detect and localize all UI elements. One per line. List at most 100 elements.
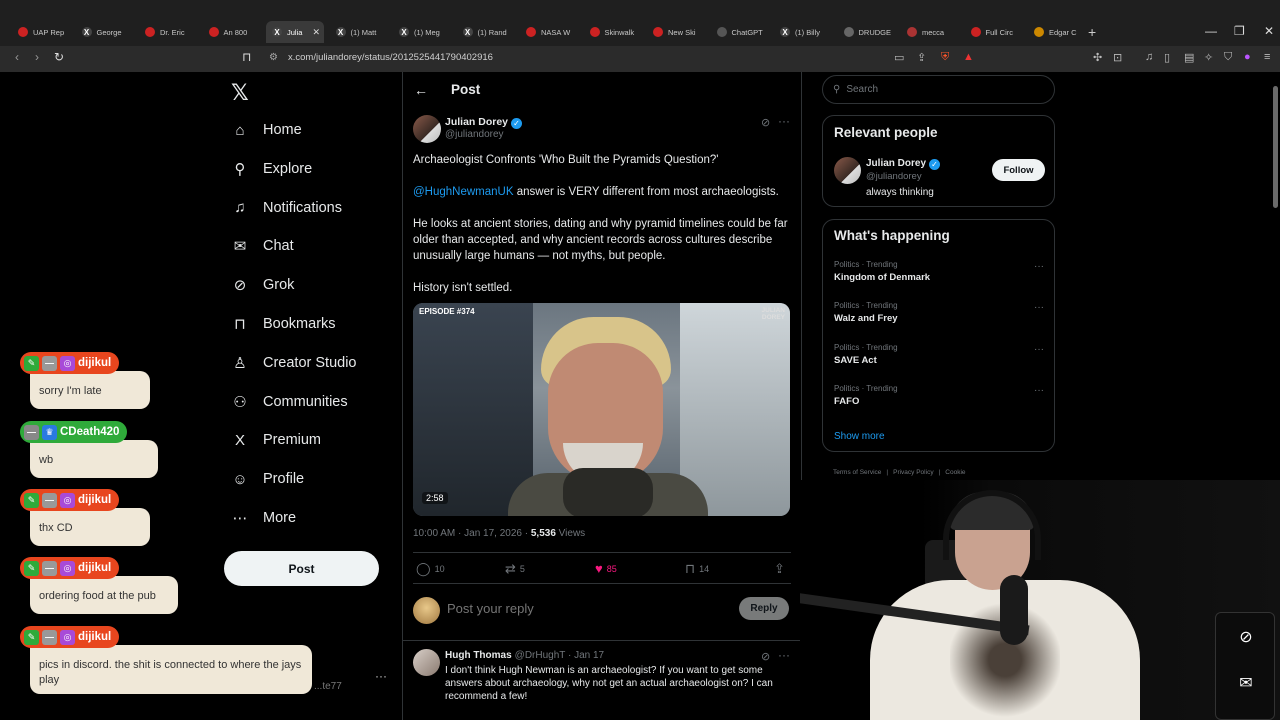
bookmark-page-icon[interactable]: ⊓ [242,50,251,64]
footer-link[interactable]: Privacy Policy [893,469,933,476]
x-logo-icon[interactable]: 𝕏 [231,80,249,106]
sidebar-item-grok[interactable]: ⊘ Grok [231,273,295,297]
x-icon: X [399,27,409,37]
browser-tab[interactable]: Skinwalk [584,21,646,43]
verified-badge-icon: ✓ [511,118,523,129]
mention-link[interactable]: @HughNewmanUK [413,186,514,198]
trend-item[interactable]: Politics · Trending Walz and Frey [834,301,898,324]
media-icon[interactable]: ♫ [1145,51,1153,63]
sidebar-item-home[interactable]: ⌂ Home [231,118,301,142]
more-options-icon[interactable]: ··· [778,648,790,662]
sidebar-item-more[interactable]: ⋯ More [231,506,297,530]
brave-shield-icon[interactable]: ⛨ [941,51,949,64]
comment-author[interactable]: Hugh Thomas @DrHughT · Jan 17 [445,650,604,661]
bookmark-action[interactable]: ⊓ 14 [685,561,709,577]
new-tab-button[interactable]: + [1088,24,1096,40]
sidebar-item-explore[interactable]: ⚲ Explore [231,157,313,181]
video-player[interactable]: EPISODE #374 JULIAN DOREY 2:58 [413,303,790,516]
tab-title: George [96,27,122,37]
comment-avatar[interactable] [413,649,440,676]
author-name[interactable]: Julian Dorey ✓ [445,116,523,129]
browser-tab[interactable]: New Ski [647,21,709,43]
leo-ai-icon[interactable]: ✧ [1204,51,1213,64]
browser-tab[interactable]: An 800 [203,21,265,43]
author-avatar[interactable] [413,115,441,143]
browser-tab[interactable]: mecca [901,21,963,43]
more-options-icon[interactable]: ··· [1034,261,1044,272]
footer-link[interactable]: Terms of Service [833,469,881,476]
browser-tab[interactable]: UAP Rep [12,21,74,43]
sidebar-item-chat[interactable]: ✉ Chat [231,234,294,258]
grok-explain-icon[interactable]: ⊘ [761,650,770,663]
reply-action[interactable]: ◯ 10 [416,561,445,577]
browser-tab[interactable]: X (1) Rand [457,21,519,43]
cast-icon[interactable]: ▭ [894,51,904,64]
close-tab-icon[interactable]: ✕ [312,27,320,38]
browser-tab[interactable]: X George [76,21,138,43]
close-window-button[interactable]: ✕ [1264,24,1274,38]
back-arrow-icon[interactable]: ← [414,82,428,98]
share-icon[interactable]: ⇪ [917,51,926,64]
grok-explain-icon[interactable]: ⊘ [761,116,770,129]
browser-tab[interactable]: ChatGPT [711,21,773,43]
browser-tab[interactable]: X (1) Meg [393,21,455,43]
sidebar-item-profile[interactable]: ☺ Profile [231,467,304,491]
author-handle[interactable]: @juliandorey [445,129,504,140]
brave-rewards-icon[interactable]: ▲ [963,51,974,63]
more-options-icon[interactable]: ··· [1034,344,1044,355]
sidebar-item-label: Profile [263,471,305,488]
post-button[interactable]: Post [224,551,379,586]
site-settings-icon[interactable]: ⚙ [269,52,278,63]
more-options-icon[interactable]: ··· [1034,385,1044,396]
forward-icon[interactable]: › [35,50,39,64]
trend-item[interactable]: Politics · Trending FAFO [834,384,898,407]
sidebar-item-creator-studio[interactable]: ♙ Creator Studio [231,351,356,375]
person-name[interactable]: Julian Dorey ✓ [866,158,941,170]
profile-icon[interactable]: ● [1244,51,1251,63]
repost-action[interactable]: ⇄ 5 [505,561,525,577]
wallet-icon[interactable]: ▤ [1184,51,1194,64]
url-field[interactable]: x.com/juliandorey/status/201252544179040… [288,52,493,63]
more-dots-icon[interactable]: ··· [375,669,387,683]
browser-tab[interactable]: Full Circ [965,21,1027,43]
browser-tab[interactable]: X (1) Matt [330,21,392,43]
search-box[interactable]: ⚲ [822,75,1055,104]
browser-tab[interactable]: X Julia ✕ [266,21,324,43]
sidebar-item-bookmarks[interactable]: ⊓ Bookmarks [231,312,335,336]
more-options-icon[interactable]: ··· [778,114,790,128]
person-handle[interactable]: @juliandorey [866,171,922,182]
extensions-icon[interactable]: ✣ [1093,51,1102,64]
heart-icon: ♥ [595,561,603,576]
sidebar-item-premium[interactable]: X Premium [231,428,321,452]
follow-button[interactable]: Follow [992,159,1045,181]
reload-icon[interactable]: ↻ [54,50,64,64]
minimize-button[interactable]: — [1205,24,1217,38]
back-icon[interactable]: ‹ [15,50,19,64]
share-action[interactable]: ⇪ [774,561,789,577]
browser-tab[interactable]: DRUDGE [838,21,900,43]
x-icon: X [272,27,282,37]
search-input[interactable] [846,84,1027,95]
browser-tab[interactable]: NASA W [520,21,582,43]
chat-username: ✎ — ◎ dijikul [20,626,120,648]
like-action[interactable]: ♥ 85 [595,561,617,576]
scrollbar[interactable] [1273,86,1278,208]
sidebar-icon[interactable]: ▯ [1164,51,1170,64]
trend-item[interactable]: Politics · Trending Kingdom of Denmark [834,260,930,283]
browser-tab[interactable]: X (1) Billy [774,21,836,43]
reply-button[interactable]: Reply [739,597,789,620]
maximize-button[interactable]: ❐ [1234,24,1245,38]
sidebar-item-notifications[interactable]: ♫ Notifications [231,196,342,220]
vpn-icon[interactable]: ⛉ [1224,51,1232,64]
avatar[interactable] [834,157,861,184]
trend-item[interactable]: Politics · Trending SAVE Act [834,343,898,366]
mail-icon: ✉ [1239,675,1253,692]
browser-tab[interactable]: Edgar C [1028,21,1090,43]
show-more-link[interactable]: Show more [834,431,885,442]
more-options-icon[interactable]: ··· [1034,302,1044,313]
reply-input[interactable] [447,601,727,616]
browser-tab[interactable]: Dr. Eric [139,21,201,43]
sidebar-item-communities[interactable]: ⚇ Communities [231,390,347,414]
tab-search-icon[interactable]: ⊡ [1113,51,1122,64]
menu-icon[interactable]: ≡ [1264,51,1270,63]
